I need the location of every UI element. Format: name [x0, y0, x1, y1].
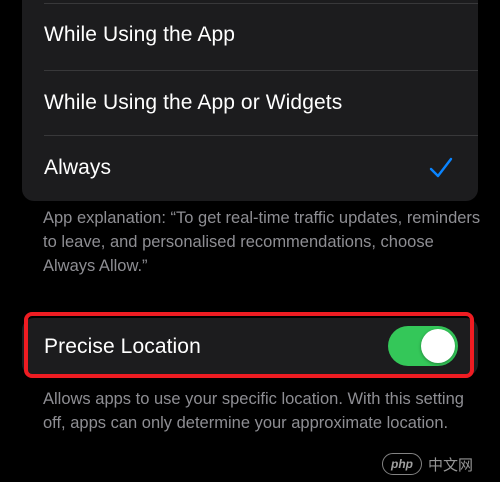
watermark-text: 中文网	[428, 456, 474, 474]
watermark: php 中文网	[382, 452, 473, 476]
option-while-using-app-or-widgets[interactable]: While Using the App or Widgets	[22, 70, 478, 135]
app-explanation-text: App explanation: “To get real-time traff…	[43, 209, 481, 275]
precise-location-toggle[interactable]	[388, 326, 458, 366]
precise-location-label: Precise Location	[44, 335, 201, 358]
checkmark-icon	[429, 157, 453, 177]
php-logo: php	[382, 453, 422, 475]
option-always[interactable]: Always	[22, 135, 478, 200]
option-while-using-app[interactable]: While Using the App	[22, 0, 478, 70]
option-label: While Using the App	[44, 23, 236, 46]
separator	[44, 70, 478, 71]
location-permission-options: While Using the App While Using the App …	[22, 0, 478, 201]
option-label: While Using the App or Widgets	[44, 90, 343, 114]
toggle-knob	[421, 329, 455, 363]
separator	[44, 135, 478, 136]
option-label: Always	[44, 155, 112, 179]
precise-location-description: Allows apps to use your specific locatio…	[43, 390, 464, 432]
